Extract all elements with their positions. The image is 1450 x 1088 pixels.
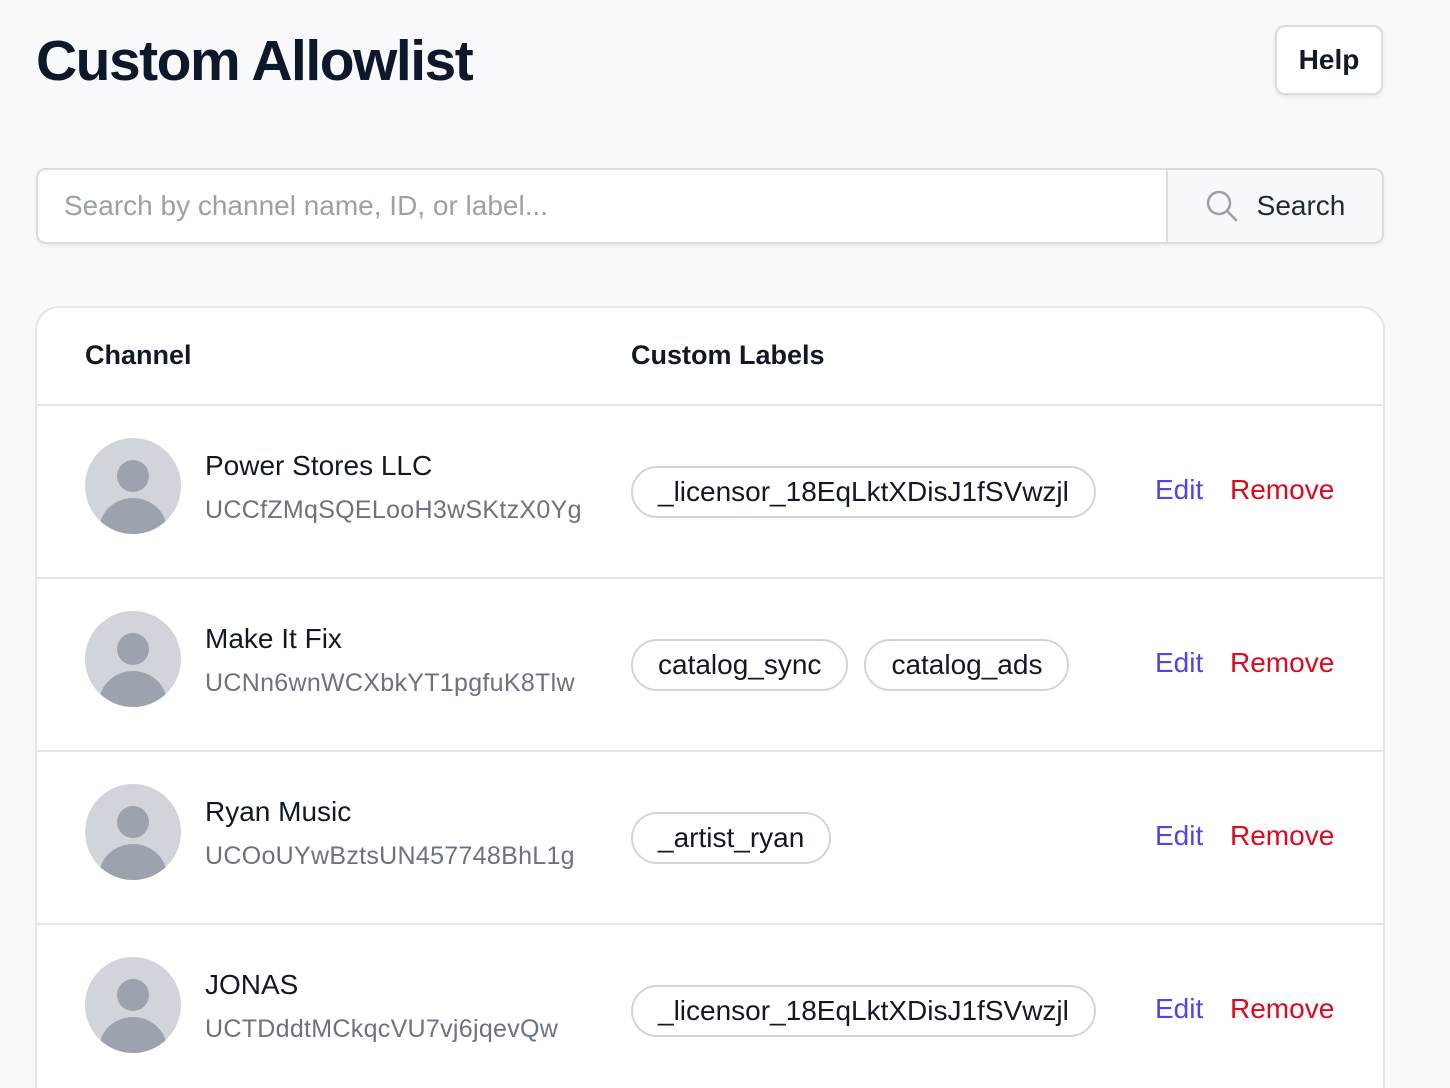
table-row: Power Stores LLC UCCfZMqSQELooH3wSKtzX0Y… [37, 406, 1383, 579]
table-row: Ryan Music UCOoUYwBztsUN457748BhL1g _art… [37, 752, 1383, 925]
user-placeholder-icon-body [99, 844, 167, 880]
avatar [85, 957, 181, 1053]
search-button[interactable]: Search [1166, 170, 1382, 242]
label-chip: _licensor_18EqLktXDisJ1fSVwzjl [631, 466, 1096, 518]
edit-button[interactable]: Edit [1155, 820, 1203, 852]
channel-id: UCNn6wnWCXbkYT1pgfuK8Tlw [205, 669, 575, 697]
user-placeholder-icon-body [99, 671, 167, 707]
search-button-label: Search [1256, 190, 1346, 221]
user-placeholder-icon-body [99, 498, 167, 534]
channel-id: UCTDddtMCkqcVU7vj6jqevQw [205, 1015, 559, 1043]
channel-id: UCOoUYwBztsUN457748BhL1g [205, 842, 575, 870]
channel-name: Power Stores LLC [205, 450, 433, 481]
page: Custom Allowlist Help Search Channel Cus… [0, 0, 1450, 1088]
avatar [85, 784, 181, 880]
custom-labels: _licensor_18EqLktXDisJ1fSVwzjl [631, 466, 1096, 518]
user-placeholder-icon [117, 979, 149, 1011]
label-chip: _licensor_18EqLktXDisJ1fSVwzjl [631, 985, 1096, 1037]
table-body: Power Stores LLC UCCfZMqSQELooH3wSKtzX0Y… [37, 406, 1383, 1088]
table-row: Make It Fix UCNn6wnWCXbkYT1pgfuK8Tlw cat… [37, 579, 1383, 752]
remove-button[interactable]: Remove [1230, 474, 1334, 506]
label-chip: catalog_sync [631, 639, 849, 691]
channel-name: JONAS [205, 969, 299, 1000]
channel-name: Ryan Music [205, 796, 352, 827]
edit-button[interactable]: Edit [1155, 474, 1203, 506]
channel-id: UCCfZMqSQELooH3wSKtzX0Yg [205, 496, 582, 524]
table-row: JONAS UCTDddtMCkqcVU7vj6jqevQw _licensor… [37, 925, 1383, 1088]
search-input[interactable] [38, 170, 1166, 242]
label-chip: catalog_ads [864, 639, 1070, 691]
user-placeholder-icon [117, 460, 149, 492]
remove-button[interactable]: Remove [1230, 820, 1334, 852]
help-button[interactable]: Help [1275, 25, 1383, 95]
user-placeholder-icon-body [99, 1017, 167, 1053]
remove-button[interactable]: Remove [1230, 647, 1334, 679]
column-header-custom-labels: Custom Labels [631, 340, 825, 370]
custom-labels: _artist_ryan [631, 812, 832, 864]
edit-button[interactable]: Edit [1155, 993, 1203, 1025]
channel-name: Make It Fix [205, 623, 342, 654]
label-chip: _artist_ryan [631, 812, 832, 864]
user-placeholder-icon [117, 633, 149, 665]
remove-button[interactable]: Remove [1230, 993, 1334, 1025]
table-header: Channel Custom Labels [37, 308, 1383, 406]
edit-button[interactable]: Edit [1155, 647, 1203, 679]
allowlist-table: Channel Custom Labels Power Stores LLC U… [35, 306, 1385, 1088]
custom-labels: _licensor_18EqLktXDisJ1fSVwzjl [631, 985, 1096, 1037]
search-bar: Search [36, 168, 1384, 244]
user-placeholder-icon [117, 806, 149, 838]
column-header-channel: Channel [85, 340, 192, 370]
avatar [85, 438, 181, 534]
avatar [85, 611, 181, 707]
custom-labels: catalog_sync catalog_ads [631, 639, 1070, 691]
search-icon [1206, 190, 1237, 222]
page-title: Custom Allowlist [36, 29, 474, 93]
